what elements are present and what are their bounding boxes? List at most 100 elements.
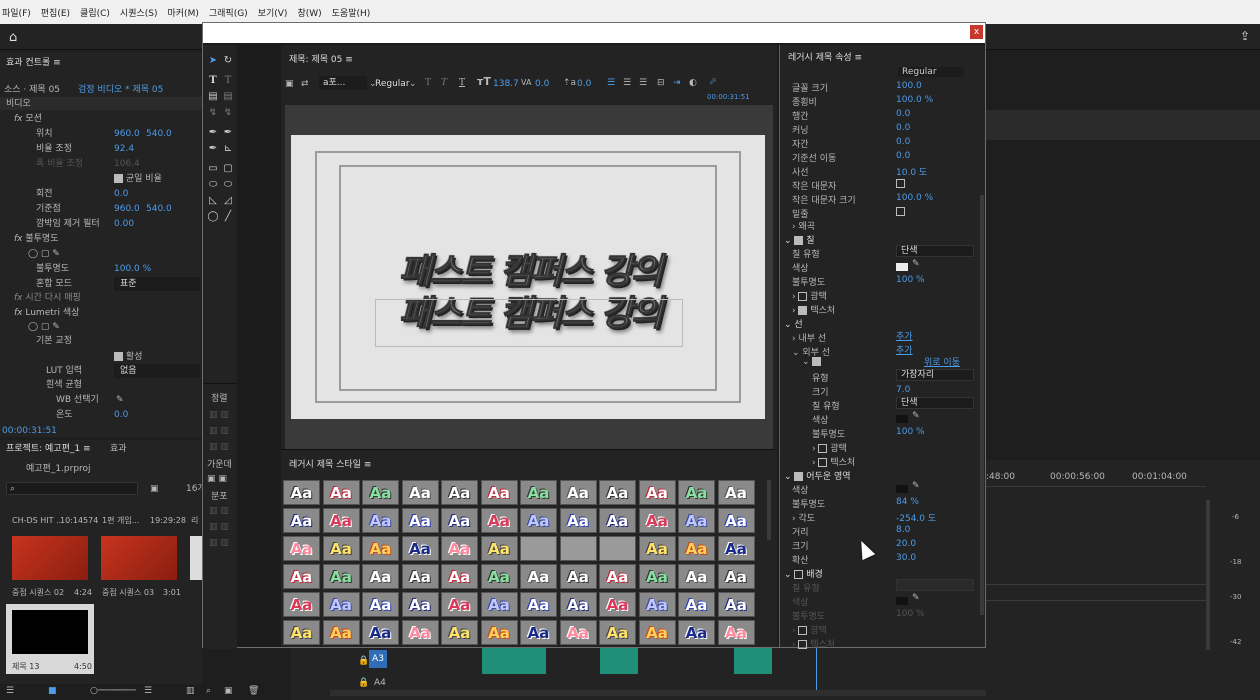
style-swatch[interactable]: Aa	[441, 620, 478, 645]
eyedropper-icon[interactable]: ✎	[912, 259, 920, 269]
style-swatch[interactable]: Aa	[322, 536, 360, 561]
align-left-icon[interactable]: ☰	[607, 76, 615, 90]
style-swatch[interactable]: Aa	[362, 508, 399, 533]
distribute-icons[interactable]: ▥ ▥	[209, 504, 229, 518]
style-swatch[interactable]: Aa	[322, 508, 360, 533]
background-video-icon[interactable]: ◐	[689, 76, 697, 90]
white-balance-label[interactable]: 흰색 균형	[46, 378, 82, 392]
roll-crawl-icon[interactable]: ⇄	[301, 77, 309, 91]
eyedropper-icon[interactable]: ✎	[912, 593, 920, 603]
blend-dropdown[interactable]: 표준	[114, 277, 200, 291]
style-swatch[interactable]: Aa	[520, 480, 557, 505]
project-item-name[interactable]: CH-DS HIT ...	[12, 514, 64, 528]
type-tool-icon[interactable]: T	[206, 75, 220, 87]
chevron-down-icon[interactable]: ⌄	[409, 77, 417, 91]
position-x-value[interactable]: 960.0	[114, 127, 140, 141]
property-value[interactable]: 0.0	[896, 151, 910, 161]
style-swatch[interactable]: Aa	[283, 536, 320, 561]
opacity-section[interactable]: fx 불투명도	[14, 232, 59, 246]
italic-icon[interactable]: T	[441, 76, 447, 90]
style-swatch[interactable]: Aa	[559, 480, 597, 505]
style-swatch[interactable]: Aa	[441, 536, 478, 561]
style-swatch[interactable]: Aa	[638, 592, 676, 617]
audio-clip[interactable]	[734, 644, 772, 674]
inner-stroke-row[interactable]: › 내부 선	[792, 331, 826, 344]
thumbnail-sequence-03[interactable]	[101, 536, 177, 580]
style-swatch[interactable]: Aa	[441, 592, 478, 617]
menu-item[interactable]: 마커(M)	[168, 6, 199, 19]
style-swatch[interactable]: Aa	[441, 480, 478, 505]
baseline-value[interactable]: 0.0	[577, 77, 591, 91]
rounded-corner-tool-icon[interactable]: ⬭	[221, 179, 235, 191]
timeline-scrollbar[interactable]	[1206, 500, 1210, 650]
property-value[interactable]: 100.0	[896, 81, 922, 91]
center-icons[interactable]: ▣ ▣	[207, 472, 227, 486]
shadow-color-swatch[interactable]	[896, 485, 908, 493]
style-swatch[interactable]: Aa	[717, 508, 755, 533]
style-swatch[interactable]: Aa	[678, 620, 715, 645]
style-swatch[interactable]: Aa	[362, 480, 399, 505]
menu-item[interactable]: 보기(V)	[258, 6, 288, 19]
new-title-icon[interactable]: ▣	[285, 77, 294, 91]
style-swatch[interactable]: Aa	[480, 508, 518, 533]
style-swatch[interactable]: Aa	[559, 592, 597, 617]
font-style-field[interactable]: Regular	[898, 67, 964, 77]
vertical-area-type-tool-icon[interactable]: ▤	[221, 91, 235, 103]
fill-section[interactable]: ⌄ 칠	[784, 233, 815, 246]
style-swatch[interactable]: Aa	[480, 620, 518, 645]
spread-value[interactable]: 30.0	[896, 553, 916, 563]
style-swatch[interactable]: Aa	[401, 564, 439, 589]
style-swatch[interactable]: Aa	[441, 508, 478, 533]
align-icons[interactable]: ▥ ▥	[209, 408, 229, 422]
mask-tools-2[interactable]: ◯ ▢ ✎	[28, 320, 60, 334]
project-item-name[interactable]: 1편 개임...	[102, 514, 139, 528]
style-swatch[interactable]: Aa	[599, 480, 636, 505]
trash-icon[interactable]: 🗑	[248, 686, 259, 696]
line-tool-icon[interactable]: ╱	[221, 211, 235, 223]
eyedropper-icon[interactable]: ✎	[912, 481, 920, 491]
style-swatch[interactable]: Aa	[678, 480, 715, 505]
stroke-size-value[interactable]: 7.0	[896, 385, 910, 395]
style-swatch[interactable]: Aa	[599, 564, 636, 589]
flicker-value[interactable]: 0.00	[114, 217, 134, 231]
kerning-value[interactable]: 0.0	[535, 77, 549, 91]
underline-icon[interactable]: T	[459, 76, 465, 90]
lut-dropdown[interactable]: 없음	[114, 364, 200, 378]
audio-clip[interactable]	[482, 644, 546, 674]
project-tab[interactable]: 프로젝트: 예고편_1 ≡	[6, 442, 91, 456]
anchor-y-value[interactable]: 540.0	[146, 202, 172, 216]
align-icons[interactable]: ▥ ▥	[209, 424, 229, 438]
sheen-row[interactable]: › 광택	[792, 289, 827, 302]
distribute-icons[interactable]: ▥ ▥	[209, 536, 229, 550]
zoom-slider[interactable]: ○───────	[90, 686, 136, 696]
list-view-icon[interactable]: ☰	[6, 686, 14, 696]
stroke-sheen-row[interactable]: › 광택	[812, 441, 847, 454]
ellipse-tool-icon[interactable]: ◯	[206, 211, 220, 223]
style-swatch[interactable]: Aa	[717, 480, 755, 505]
scale-value[interactable]: 92.4	[114, 142, 134, 156]
menu-item[interactable]: 클립(C)	[80, 6, 110, 19]
rotation-tool-icon[interactable]: ↻	[221, 55, 235, 67]
shadow-size-value[interactable]: 20.0	[896, 539, 916, 549]
thumbnail-partial[interactable]	[190, 536, 202, 580]
shadow-section[interactable]: ⌄ 어두운 영역	[784, 469, 851, 482]
title-canvas[interactable]: 패스트 캠퍼스 강의 패스트 캠퍼스 강의	[291, 135, 765, 419]
style-swatch[interactable]: Aa	[717, 592, 755, 617]
arc-tool-icon[interactable]: ◿	[221, 195, 235, 207]
style-swatch[interactable]: Aa	[362, 564, 399, 589]
distort-section[interactable]: › 왜곡	[792, 219, 815, 232]
lumetri-section[interactable]: fx Lumetri 색상	[14, 306, 79, 320]
tab-stops-icon[interactable]: ⊟	[657, 76, 665, 90]
position-y-value[interactable]: 540.0	[146, 127, 172, 141]
style-swatch[interactable]: Aa	[678, 508, 715, 533]
fill-opacity-value[interactable]: 100 %	[896, 275, 925, 285]
active-checkbox[interactable]: 활성	[114, 350, 142, 364]
style-swatch[interactable]	[559, 536, 597, 561]
add-anchor-tool-icon[interactable]: ✒	[221, 127, 235, 139]
video-timecode[interactable]: 00:00:31:51	[707, 90, 750, 104]
style-swatch[interactable]: Aa	[322, 480, 360, 505]
style-swatch[interactable]: Aa	[283, 592, 320, 617]
outer-stroke-toggle[interactable]: ⌄	[802, 357, 822, 367]
angle-value[interactable]: -254.0 도	[896, 511, 936, 524]
share-icon[interactable]: ⇪	[1240, 29, 1250, 43]
